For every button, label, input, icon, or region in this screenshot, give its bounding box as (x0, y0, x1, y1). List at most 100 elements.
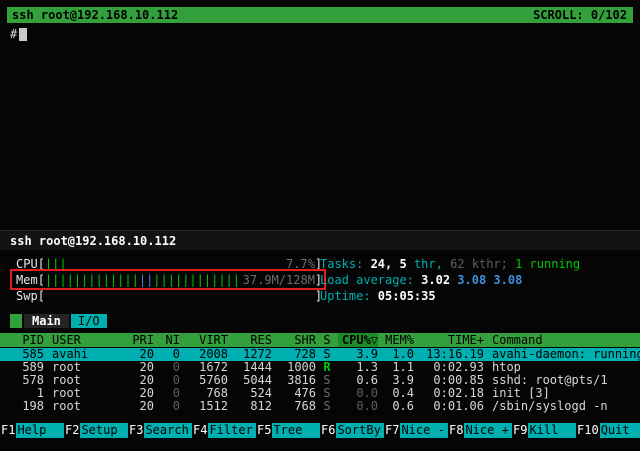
tasks-running: 1 running (515, 257, 580, 271)
process-row[interactable]: 1root200768524476S0.00.40:02.18init [3] (0, 387, 640, 400)
tab-lead-marker (10, 314, 22, 328)
cell-time: 13:16.19 (414, 348, 484, 361)
tasks-thr-label: thr, (407, 257, 450, 271)
process-row[interactable]: 578root200576050443816S0.63.90:00.85sshd… (0, 374, 640, 387)
header-user[interactable]: USER (44, 333, 124, 347)
shell-prompt: # (10, 27, 27, 41)
header-s[interactable]: S (316, 333, 338, 347)
header-pri[interactable]: PRI (124, 333, 154, 347)
cell-s: S (316, 400, 338, 413)
cell-mem: 1.1 (378, 361, 414, 374)
load-label: Load average: (320, 273, 421, 287)
header-pid[interactable]: PID (4, 333, 44, 347)
top-terminal-pane[interactable]: # (0, 24, 640, 230)
cell-shr: 1000 (272, 361, 316, 374)
cell-res: 812 (228, 400, 272, 413)
fkey-label: Kill (528, 423, 576, 438)
cell-pri: 20 (124, 348, 154, 361)
fkey-label: Nice - (400, 423, 448, 438)
session-title: ssh root@192.168.10.112 (12, 8, 178, 22)
prompt-char: # (10, 27, 17, 41)
cpu-meter-body: |||7.7% (45, 257, 315, 271)
cell-pid: 589 (4, 361, 44, 374)
mem-meter-body: |||||||||||||||||||||||||||37.9M/128M (45, 273, 315, 287)
header-mem[interactable]: MEM% (378, 333, 414, 347)
fkey-f5[interactable]: F5Tree (256, 423, 320, 438)
header-res[interactable]: RES (228, 333, 272, 347)
fkey-number: F3 (128, 423, 144, 438)
fkey-f10[interactable]: F10Quit (576, 423, 640, 438)
process-row-selected[interactable]: 585avahi20020081272728S3.91.013:16.19ava… (0, 348, 640, 361)
process-table-header: PIDUSERPRINIVIRTRESSHRSCPU%▽MEM%TIME+Com… (0, 333, 640, 347)
header-shr[interactable]: SHR (272, 333, 316, 347)
cell-s: S (316, 387, 338, 400)
load-5min: 3.08 (457, 273, 493, 287)
scroll-indicator: SCROLL: 0/102 (533, 8, 627, 22)
fkey-label: Help (16, 423, 64, 438)
cell-pri: 20 (124, 374, 154, 387)
function-key-bar: F1HelpF2SetupF3SearchF4FilterF5TreeF6Sor… (0, 423, 640, 438)
fkey-number: F7 (384, 423, 400, 438)
cell-ni: 0 (154, 387, 180, 400)
process-row[interactable]: 589root200167214441000R1.31.10:02.93htop (0, 361, 640, 374)
fkey-number: F4 (192, 423, 208, 438)
cpu-meter-bars: ||| (45, 257, 67, 271)
fkey-f7[interactable]: F7Nice - (384, 423, 448, 438)
process-row[interactable]: 198root2001512812768S0.00.60:01.06/sbin/… (0, 400, 640, 413)
uptime-value: 05:05:35 (378, 289, 436, 303)
cell-cpu: 0.0 (338, 400, 378, 413)
tab-main[interactable]: Main (24, 314, 69, 328)
tab-io[interactable]: I/O (71, 314, 107, 328)
cell-command: /sbin/syslogd -n (484, 400, 640, 413)
tasks-thr-count: 5 (399, 257, 406, 271)
cell-virt: 768 (180, 387, 228, 400)
cell-virt: 1512 (180, 400, 228, 413)
header-command[interactable]: Command (484, 333, 640, 347)
cell-mem: 1.0 (378, 348, 414, 361)
fkey-label: Search (144, 423, 192, 438)
cell-s: S (316, 374, 338, 387)
header-time[interactable]: TIME+ (414, 333, 484, 347)
header-cpu[interactable]: CPU%▽ (338, 333, 378, 347)
header-virt[interactable]: VIRT (180, 333, 228, 347)
swp-meter: Swp[0K/0K] (16, 289, 322, 303)
load-15min: 3.08 (493, 273, 522, 287)
load-average-line: Load average: 3.02 3.08 3.08 (320, 273, 522, 287)
fkey-label: Setup (80, 423, 128, 438)
fkey-f1[interactable]: F1Help (0, 423, 64, 438)
cell-pri: 20 (124, 400, 154, 413)
cell-virt: 5760 (180, 374, 228, 387)
fkey-f3[interactable]: F3Search (128, 423, 192, 438)
screen-tabs: Main I/O (10, 314, 107, 328)
cell-virt: 2008 (180, 348, 228, 361)
cell-res: 1444 (228, 361, 272, 374)
cell-res: 5044 (228, 374, 272, 387)
cell-ni: 0 (154, 361, 180, 374)
header-ni[interactable]: NI (154, 333, 180, 347)
cell-s: S (316, 348, 338, 361)
tasks-line: Tasks: 24, 5 thr, 62 kthr; 1 running (320, 257, 580, 271)
tasks-kthr: 62 kthr; (450, 257, 515, 271)
cell-mem: 0.4 (378, 387, 414, 400)
cell-ni: 0 (154, 374, 180, 387)
fkey-label: Nice + (464, 423, 512, 438)
load-1min: 3.02 (421, 273, 457, 287)
cell-ni: 0 (154, 348, 180, 361)
cell-res: 1272 (228, 348, 272, 361)
cell-cpu: 0.0 (338, 387, 378, 400)
cell-cpu: 0.6 (338, 374, 378, 387)
cell-time: 0:00.85 (414, 374, 484, 387)
cell-pid: 578 (4, 374, 44, 387)
mem-bars-buffers: || (139, 273, 153, 287)
fkey-f6[interactable]: F6SortBy (320, 423, 384, 438)
cell-command: init [3] (484, 387, 640, 400)
bracket-open: [ (38, 257, 45, 271)
fkey-number: F1 (0, 423, 16, 438)
fkey-f2[interactable]: F2Setup (64, 423, 128, 438)
cell-cpu: 1.3 (338, 361, 378, 374)
tasks-label: Tasks: (320, 257, 371, 271)
fkey-f9[interactable]: F9Kill (512, 423, 576, 438)
cell-pid: 1 (4, 387, 44, 400)
fkey-f8[interactable]: F8Nice + (448, 423, 512, 438)
fkey-f4[interactable]: F4Filter (192, 423, 256, 438)
